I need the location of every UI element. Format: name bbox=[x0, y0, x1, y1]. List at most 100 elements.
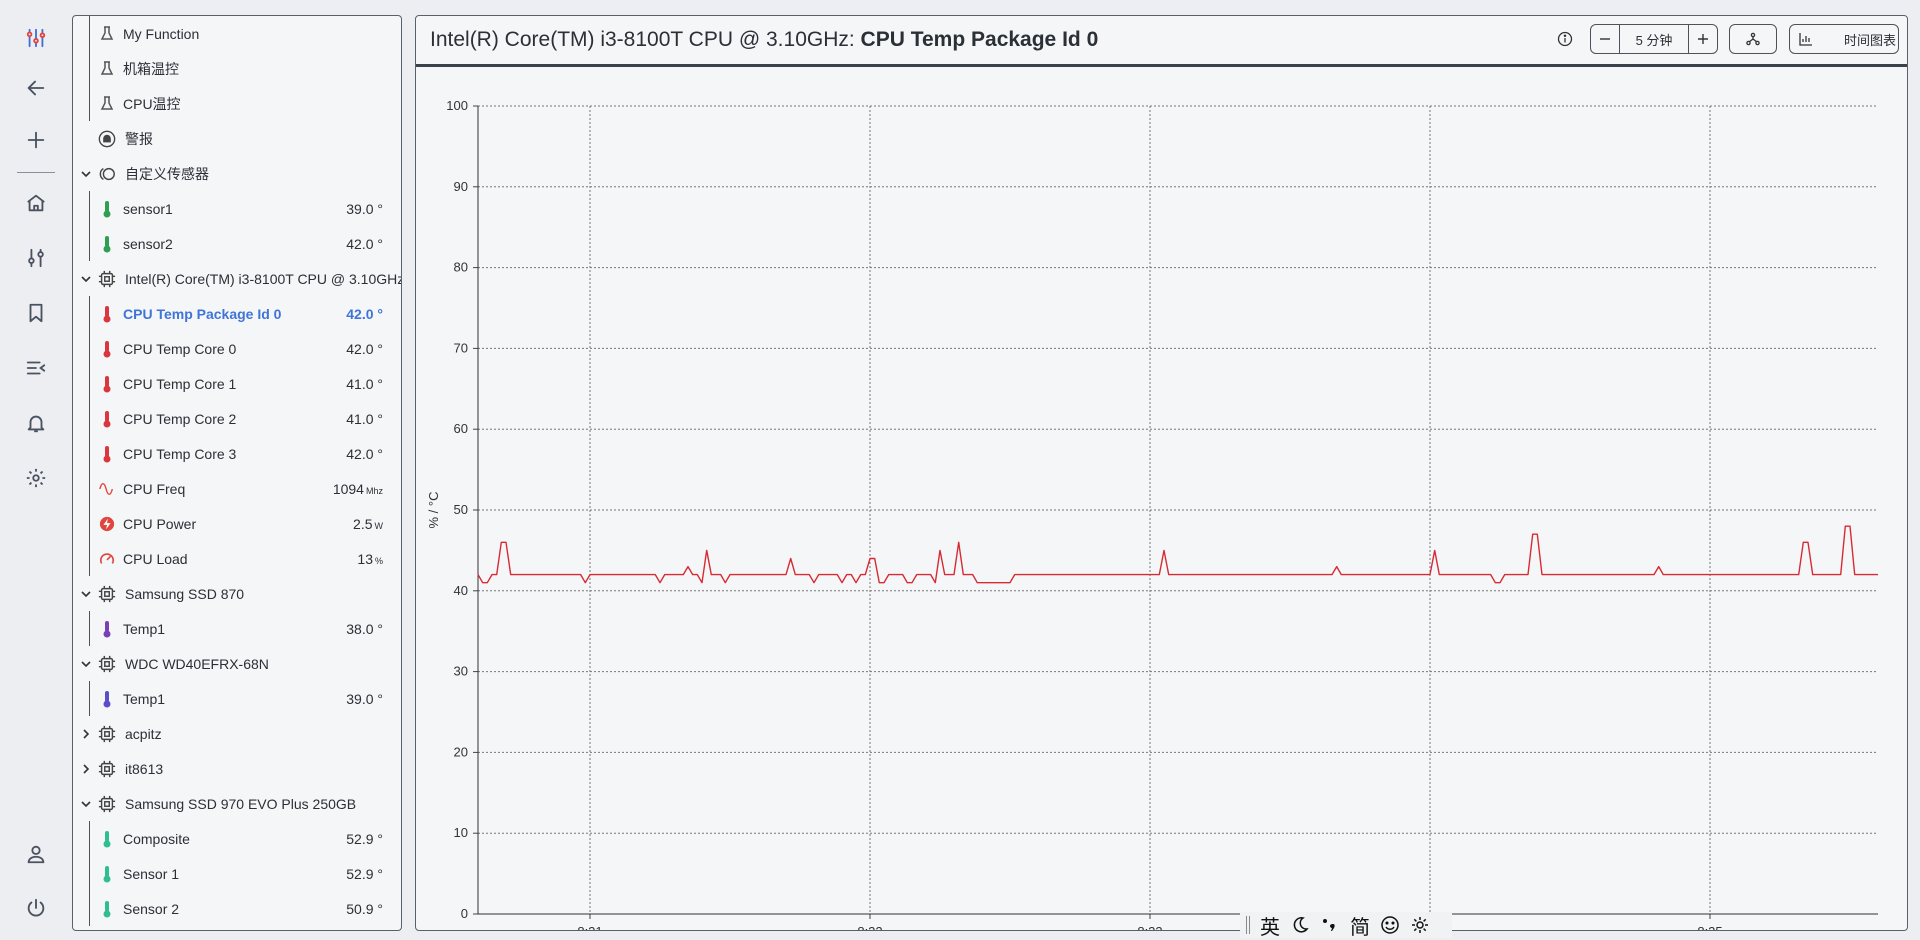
sensor-value: 1094 Mhz bbox=[333, 481, 383, 497]
frequency-wave-icon bbox=[99, 479, 115, 499]
chevron-down-icon[interactable] bbox=[80, 658, 92, 670]
thermometer-icon bbox=[99, 689, 115, 709]
tree-item-sensor2[interactable]: sensor2 42.0 ° bbox=[73, 226, 401, 261]
tree-item-ssd970-composite[interactable]: Composite 52.9 ° bbox=[73, 821, 401, 856]
value-unit: ° bbox=[377, 235, 383, 252]
punctuation-icon[interactable] bbox=[1320, 915, 1340, 935]
chip-icon bbox=[97, 269, 117, 289]
tree-item-cpu-power[interactable]: CPU Power 2.5 W bbox=[73, 506, 401, 541]
tree-guide-line bbox=[89, 436, 90, 471]
range-increase-button[interactable] bbox=[1689, 25, 1717, 53]
chevron-down-icon[interactable] bbox=[80, 168, 92, 180]
sensor-value: 38.0 ° bbox=[346, 621, 383, 637]
tree-group-custom-sensors[interactable]: 自定义传感器 bbox=[73, 156, 401, 191]
thermometer-icon bbox=[99, 829, 115, 849]
chip-icon bbox=[97, 654, 117, 674]
power-icon[interactable] bbox=[18, 890, 54, 926]
moon-icon[interactable] bbox=[1290, 915, 1310, 935]
list-collapse-icon[interactable] bbox=[18, 350, 54, 386]
tree-group-alarm[interactable]: 警报 bbox=[73, 121, 401, 156]
back-arrow-icon[interactable] bbox=[18, 70, 54, 106]
ime-settings-icon[interactable] bbox=[1410, 915, 1430, 935]
tree-item-label: 机箱温控 bbox=[123, 60, 179, 77]
user-account-icon[interactable] bbox=[18, 836, 54, 872]
tree-item-my-function[interactable]: My Function bbox=[73, 16, 401, 51]
gauge-icon bbox=[99, 549, 115, 569]
ime-grip[interactable] bbox=[1246, 916, 1250, 934]
tree-group-acpitz[interactable]: acpitz bbox=[73, 716, 401, 751]
add-plus-icon[interactable] bbox=[18, 122, 54, 158]
value-unit: ° bbox=[377, 200, 383, 217]
tree-item-wdc-temp1[interactable]: Temp1 39.0 ° bbox=[73, 681, 401, 716]
y-axis-label: % / °C bbox=[426, 492, 441, 529]
thermometer-icon bbox=[99, 899, 115, 919]
range-decrease-button[interactable] bbox=[1591, 25, 1620, 53]
value-number: 13 bbox=[357, 550, 373, 567]
info-button[interactable] bbox=[1552, 24, 1578, 54]
tree-group-cpu[interactable]: Intel(R) Core(TM) i3-8100T CPU @ 3.10GHz bbox=[73, 261, 401, 296]
sensor-sliders-icon[interactable] bbox=[18, 240, 54, 276]
tree-guide-line bbox=[89, 366, 90, 401]
tree-guide-line bbox=[89, 401, 90, 436]
tree-item-cpu-temp-core-2[interactable]: CPU Temp Core 2 41.0 ° bbox=[73, 401, 401, 436]
emoji-icon[interactable] bbox=[1380, 915, 1400, 935]
chevron-down-icon[interactable] bbox=[80, 588, 92, 600]
tree-group-label: Intel(R) Core(TM) i3-8100T CPU @ 3.10GHz bbox=[125, 270, 402, 287]
chevron-down-icon[interactable] bbox=[80, 273, 92, 285]
tree-item-label: CPU Freq bbox=[123, 480, 186, 497]
y-tick-label: 50 bbox=[454, 502, 468, 517]
chevron-right-icon[interactable] bbox=[80, 763, 92, 775]
home-icon[interactable] bbox=[18, 185, 54, 221]
sensor-value: 42.0 ° bbox=[346, 236, 383, 252]
tree-item-cpu-temp-core-1[interactable]: CPU Temp Core 1 41.0 ° bbox=[73, 366, 401, 401]
tree-item-cpu-temp-package[interactable]: CPU Temp Package Id 0 42.0 ° bbox=[73, 296, 401, 331]
compare-button[interactable] bbox=[1729, 24, 1777, 54]
tree-guide-line bbox=[89, 891, 90, 926]
settings-gear-icon[interactable] bbox=[18, 460, 54, 496]
rail-divider bbox=[17, 172, 55, 173]
chevron-down-icon[interactable] bbox=[80, 798, 92, 810]
value-unit: ° bbox=[377, 830, 383, 847]
ime-language-toggle[interactable]: 英 bbox=[1260, 911, 1280, 940]
tree-item-cpu-temp-core-0[interactable]: CPU Temp Core 0 42.0 ° bbox=[73, 331, 401, 366]
tree-item-case-control[interactable]: 机箱温控 bbox=[73, 51, 401, 86]
chevron-right-icon[interactable] bbox=[80, 728, 92, 740]
tree-item-cpu-freq[interactable]: CPU Freq 1094 Mhz bbox=[73, 471, 401, 506]
value-unit: ° bbox=[377, 410, 383, 427]
y-tick-label: 70 bbox=[454, 340, 468, 355]
tree-item-cpu-load[interactable]: CPU Load 13% bbox=[73, 541, 401, 576]
tree-item-ssd970-sensor2[interactable]: Sensor 2 50.9 ° bbox=[73, 891, 401, 926]
tree-guide-line bbox=[89, 86, 90, 121]
tree-item-ssd870-temp1[interactable]: Temp1 38.0 ° bbox=[73, 611, 401, 646]
time-chart-button[interactable]: 时间图表 bbox=[1789, 24, 1899, 54]
sensor-value: 42.0 ° bbox=[346, 341, 383, 357]
tree-item-sensor1[interactable]: sensor1 39.0 ° bbox=[73, 191, 401, 226]
branch-nodes-icon bbox=[1746, 32, 1760, 46]
y-tick-label: 60 bbox=[454, 421, 468, 436]
tree-group-label: 自定义传感器 bbox=[125, 165, 209, 182]
tree-guide-line bbox=[89, 471, 90, 506]
chart-panel: Intel(R) Core(TM) i3-8100T CPU @ 3.10GHz… bbox=[415, 15, 1908, 931]
y-tick-label: 80 bbox=[454, 260, 468, 275]
bell-icon[interactable] bbox=[18, 405, 54, 441]
tree-group-samsung-ssd-870[interactable]: Samsung SSD 870 bbox=[73, 576, 401, 611]
x-tick-label: 8:22 bbox=[857, 924, 882, 930]
tree-item-cpu-temp-core-3[interactable]: CPU Temp Core 3 42.0 ° bbox=[73, 436, 401, 471]
y-tick-label: 90 bbox=[454, 179, 468, 194]
bookmark-icon[interactable] bbox=[18, 295, 54, 331]
tree-group-samsung-ssd-970[interactable]: Samsung SSD 970 EVO Plus 250GB bbox=[73, 786, 401, 821]
tree-item-cpu-control[interactable]: CPU温控 bbox=[73, 86, 401, 121]
tree-item-label: Sensor 1 bbox=[123, 865, 180, 882]
app-logo-icon[interactable] bbox=[16, 18, 56, 58]
sensor-value: 42.0 ° bbox=[346, 446, 383, 462]
tree-group-it8613[interactable]: it8613 bbox=[73, 751, 401, 786]
tree-group-label: acpitz bbox=[125, 725, 162, 742]
tree-item-ssd970-sensor1[interactable]: Sensor 1 52.9 ° bbox=[73, 856, 401, 891]
flask-icon bbox=[99, 94, 115, 114]
page-title: Intel(R) Core(TM) i3-8100T CPU @ 3.10GHz… bbox=[430, 28, 1098, 52]
tree-group-wdc[interactable]: WDC WD40EFRX-68N bbox=[73, 646, 401, 681]
x-tick-label: 8:23 bbox=[1137, 924, 1162, 930]
value-number: 39.0 bbox=[346, 200, 374, 217]
tree-guide-line bbox=[89, 856, 90, 891]
ime-script-toggle[interactable]: 简 bbox=[1350, 911, 1370, 940]
